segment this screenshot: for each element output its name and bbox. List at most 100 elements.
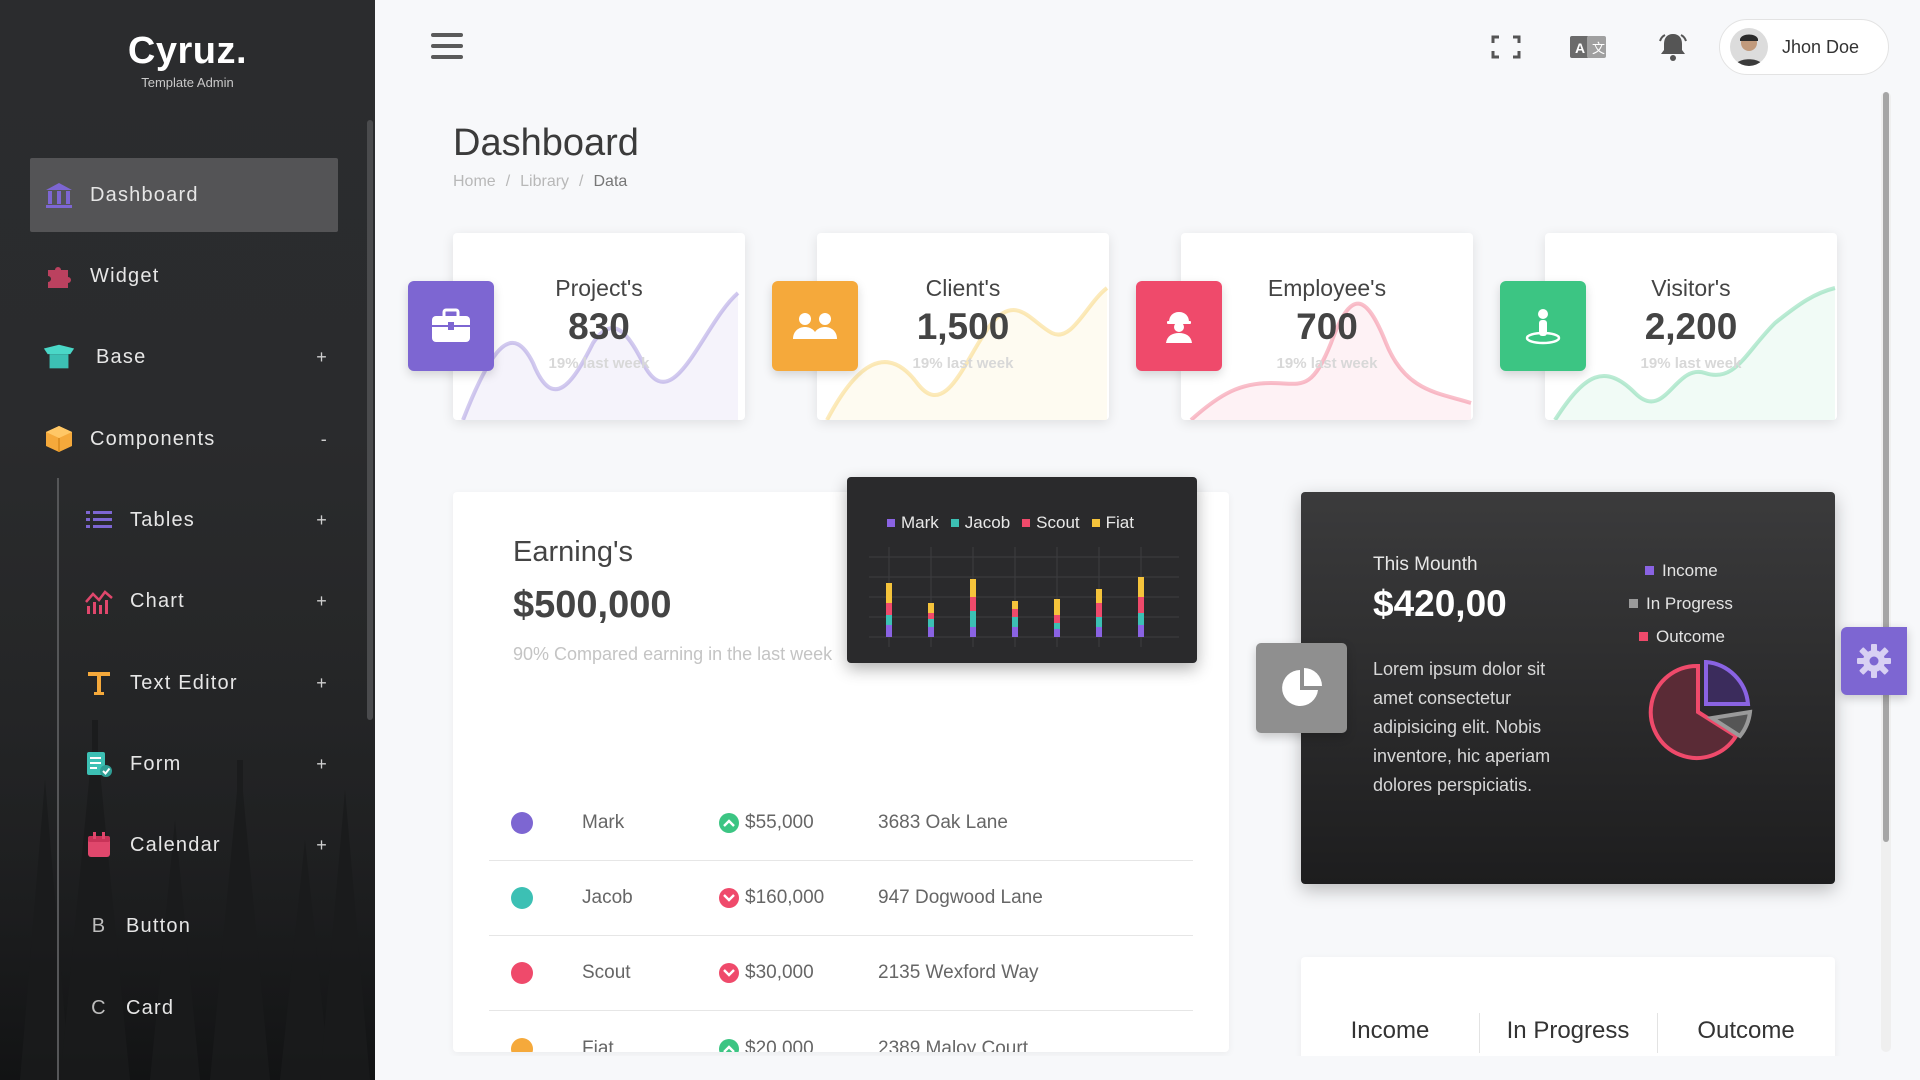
pie-chart-icon — [1256, 643, 1347, 733]
earnings-subtitle: 90% Compared earning in the last week — [513, 644, 833, 664]
mini-bar-segment — [970, 579, 976, 597]
row-address: 947 Dogwood Lane — [878, 887, 1043, 908]
sidebar-item-dashboard[interactable]: Dashboard — [30, 158, 338, 232]
sidebar-scrollbar[interactable] — [367, 120, 373, 720]
table-row[interactable]: Jacob $160,000 947 Dogwood Lane — [489, 861, 1193, 936]
collapse-minus-icon[interactable]: - — [321, 429, 328, 450]
table-row[interactable]: Mark $55,000 3683 Oak Lane — [489, 786, 1193, 861]
stat-card-employees[interactable]: Employee's 700 19% last week — [1181, 233, 1473, 420]
stat-card-clients[interactable]: Client's 1,500 19% last week — [817, 233, 1109, 420]
sidebar-item-calendar[interactable]: Calendar + — [70, 808, 338, 882]
row-address: 3683 Oak Lane — [878, 812, 1008, 833]
tab-outcome[interactable]: Outcome — [1657, 1017, 1835, 1045]
color-dot — [511, 887, 533, 909]
projects-sparkline — [461, 291, 740, 420]
color-dot — [511, 812, 533, 834]
users-icon — [772, 281, 858, 371]
tab-in-progress[interactable]: In Progress — [1479, 1017, 1657, 1045]
main-scrollbar[interactable] — [1883, 92, 1889, 842]
earnings-mini-chart: Mark Jacob Scout Fiat — [847, 477, 1197, 663]
bell-icon[interactable] — [1655, 30, 1691, 64]
user-menu[interactable]: Jhon Doe — [1719, 19, 1889, 75]
month-pie-chart — [1648, 660, 1753, 760]
month-summary-panel: This Mounth $420,00 Lorem ipsum dolor si… — [1301, 492, 1835, 884]
stat-label: Visitor's — [1651, 275, 1731, 301]
arrow-down-icon — [719, 963, 739, 983]
expand-plus-icon[interactable]: + — [316, 673, 328, 694]
mini-bar-segment — [1012, 601, 1018, 609]
stat-subtext: 19% last week — [912, 355, 1014, 372]
stat-card-projects[interactable]: Project's 830 19% last week — [453, 233, 745, 420]
legend-item: Income — [1645, 554, 1733, 587]
expand-plus-icon[interactable]: + — [316, 591, 328, 612]
arrow-down-icon — [719, 888, 739, 908]
mini-bar-segment — [928, 619, 934, 627]
mini-bar-segment — [928, 613, 934, 619]
breadcrumb-library[interactable]: Library — [520, 173, 569, 190]
sidebar-item-text-editor[interactable]: Text Editor + — [70, 646, 338, 720]
text-t-icon — [82, 666, 116, 700]
expand-plus-icon[interactable]: + — [316, 754, 328, 775]
row-name: Jacob — [582, 887, 633, 908]
sidebar-item-card[interactable]: C Card — [70, 971, 338, 1045]
sidebar-item-tables[interactable]: Tables + — [70, 483, 338, 557]
sidebar-item-widget[interactable]: Widget — [30, 239, 338, 313]
hamburger-menu-icon[interactable] — [431, 33, 463, 59]
sidebar-item-base[interactable]: Base + — [30, 320, 338, 394]
mini-bar-segment — [1096, 603, 1102, 617]
sidebar-item-label: Tables — [130, 508, 196, 531]
expand-plus-icon[interactable]: + — [316, 510, 328, 531]
breadcrumb-current: Data — [593, 173, 628, 190]
mini-bar-segment — [1096, 589, 1102, 603]
row-name: Fiat — [582, 1037, 614, 1053]
gear-icon — [1857, 644, 1891, 678]
earnings-amount: $500,000 — [513, 584, 672, 626]
mini-bar-segment — [1054, 615, 1060, 623]
stat-card-visitors[interactable]: Visitor's 2,200 19% last week — [1545, 233, 1837, 420]
stat-value: 1,500 — [916, 306, 1010, 347]
legend-item: Outcome — [1639, 620, 1733, 653]
mini-bar-segment — [1012, 617, 1018, 627]
month-amount: $420,00 — [1373, 583, 1507, 624]
tab-income[interactable]: Income — [1301, 1017, 1479, 1045]
mini-bar-segment — [1138, 597, 1144, 613]
settings-gear-button[interactable] — [1841, 627, 1907, 695]
row-name: Mark — [582, 812, 625, 833]
calendar-icon — [82, 828, 116, 862]
stat-label: Employee's — [1267, 275, 1387, 301]
mini-bar-segment — [1138, 625, 1144, 637]
sidebar-item-label: Widget — [90, 264, 160, 287]
sidebar-item-components[interactable]: Components - — [30, 402, 338, 476]
row-amount: $55,000 — [719, 812, 814, 834]
sidebar-item-button[interactable]: B Button — [70, 889, 338, 963]
legend-item: Mark — [887, 513, 939, 533]
clients-sparkline — [825, 286, 1109, 420]
mini-bar-segment — [1012, 609, 1018, 617]
sidebar-item-form[interactable]: Form + — [70, 727, 338, 801]
bank-icon — [42, 178, 76, 212]
worker-icon — [1136, 281, 1222, 371]
mini-bar-segment — [1054, 623, 1060, 629]
sidebar-item-label: Chart — [130, 589, 185, 612]
row-address: 2135 Wexford Way — [878, 962, 1039, 983]
brand-subtitle: Template Admin — [141, 75, 234, 90]
translate-icon[interactable]: A文 — [1568, 30, 1608, 64]
table-row[interactable]: Scout $30,000 2135 Wexford Way — [489, 936, 1193, 1011]
earnings-title: Earning's — [513, 536, 633, 568]
mini-chart-legend: Mark Jacob Scout Fiat — [887, 513, 1146, 533]
sidebar-item-chart[interactable]: Chart + — [70, 564, 338, 638]
mini-bar-segment — [928, 603, 934, 613]
expand-plus-icon[interactable]: + — [316, 347, 328, 368]
fullscreen-icon[interactable] — [1488, 30, 1524, 64]
mini-bar-segment — [1054, 599, 1060, 615]
table-row[interactable]: Fiat $20,000 2389 Maloy Court — [489, 1011, 1193, 1052]
sidebar-item-label: Base — [96, 345, 147, 368]
stat-subtext: 19% last week — [1276, 355, 1378, 372]
breadcrumb-home[interactable]: Home — [453, 173, 496, 190]
expand-plus-icon[interactable]: + — [316, 835, 328, 856]
sidebar: Cyruz. Template Admin Dashboard Widget B… — [0, 0, 375, 1080]
page-bottom-fade — [375, 1056, 1881, 1080]
mini-bar-segment — [1096, 617, 1102, 627]
form-check-icon — [82, 747, 116, 781]
legend-item: Scout — [1022, 513, 1080, 533]
